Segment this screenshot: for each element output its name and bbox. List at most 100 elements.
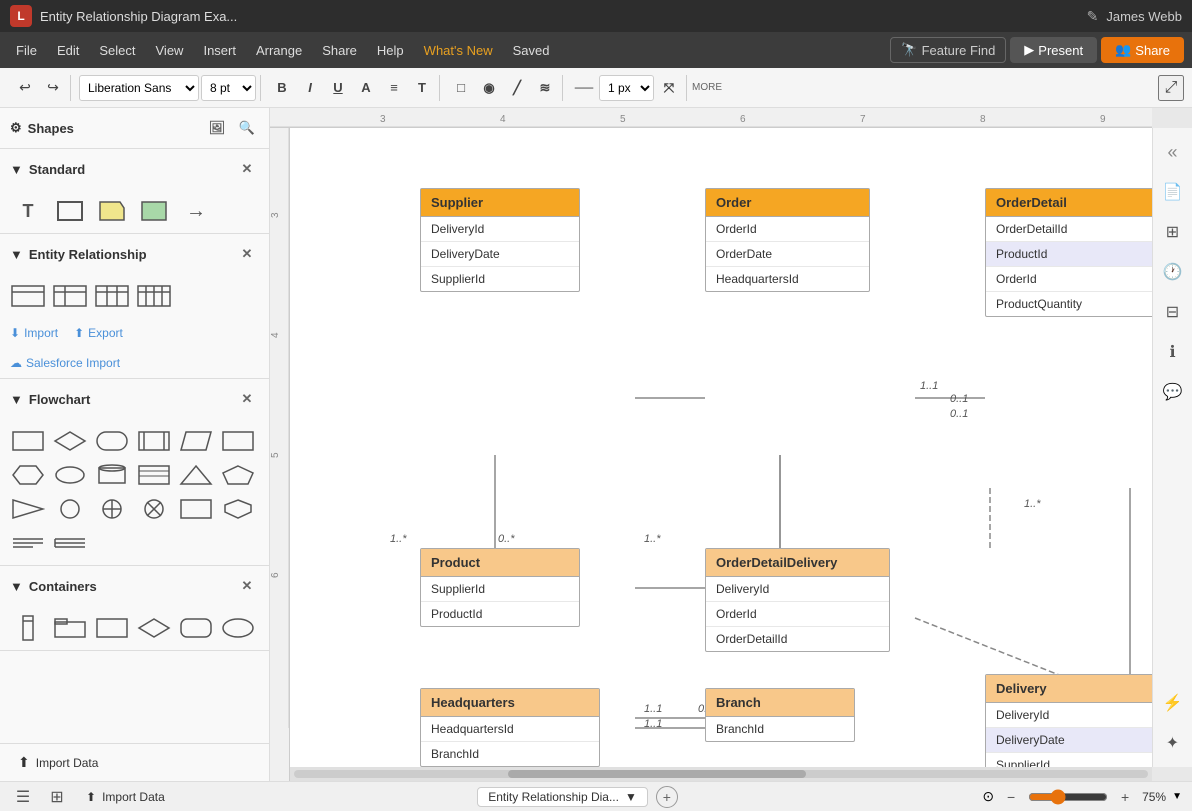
line-color-button[interactable]: ╱ bbox=[504, 75, 530, 101]
fc-parallelogram[interactable] bbox=[178, 427, 214, 455]
fc-triangle2[interactable] bbox=[10, 495, 46, 523]
standard-close-icon[interactable]: ✕ bbox=[235, 157, 259, 181]
fc-pentagon[interactable] bbox=[220, 461, 256, 489]
standard-header[interactable]: ▼ Standard ✕ bbox=[0, 149, 269, 189]
menu-insert[interactable]: Insert bbox=[195, 39, 244, 62]
text-style-button[interactable]: T bbox=[409, 75, 435, 101]
fc-note[interactable] bbox=[136, 461, 172, 489]
er-shape-2[interactable] bbox=[52, 282, 88, 310]
edit-title-icon[interactable]: ✎ bbox=[1087, 8, 1099, 25]
line-width-select[interactable]: 1 px bbox=[599, 75, 654, 101]
list-view-button[interactable]: ☰ bbox=[10, 784, 36, 810]
h-scroll-thumb[interactable] bbox=[508, 770, 807, 778]
entity-product[interactable]: Product SupplierId ProductId bbox=[420, 548, 580, 627]
fc-rect2[interactable] bbox=[220, 427, 256, 455]
entity-headquarters[interactable]: Headquarters HeadquartersId BranchId bbox=[420, 688, 600, 767]
fc-circle[interactable] bbox=[52, 495, 88, 523]
arrow-shape[interactable]: → bbox=[178, 197, 214, 225]
menu-arrange[interactable]: Arrange bbox=[248, 39, 310, 62]
zoom-home-icon[interactable]: ⊙ bbox=[982, 788, 994, 805]
fc-rounded[interactable] bbox=[94, 427, 130, 455]
containers-header[interactable]: ▼ Containers ✕ bbox=[0, 566, 269, 606]
entity-order-detail[interactable]: OrderDetail OrderDetailId ProductId Orde… bbox=[985, 188, 1152, 317]
menu-help[interactable]: Help bbox=[369, 39, 412, 62]
undo-button[interactable]: ↩ bbox=[12, 75, 38, 101]
salesforce-import-button[interactable]: ☁ Salesforce Import bbox=[10, 356, 120, 370]
entity-rel-close-icon[interactable]: ✕ bbox=[235, 242, 259, 266]
pages-btn[interactable]: 📄 bbox=[1157, 176, 1189, 208]
font-size-select[interactable]: 8 pt bbox=[201, 75, 256, 101]
zoom-dropdown-icon[interactable]: ▼ bbox=[1172, 791, 1182, 802]
menu-view[interactable]: View bbox=[148, 39, 192, 62]
more-button[interactable]: MORE bbox=[691, 75, 723, 101]
cont-shape-6[interactable] bbox=[220, 614, 256, 642]
export-button[interactable]: ⬆ Export bbox=[74, 326, 123, 340]
canvas-white[interactable]: 1..1 0..1 0..1 1..* 0..* 1..* 1..* 1..* … bbox=[290, 128, 1152, 767]
bottom-import-data-button[interactable]: ⬆ Import Data bbox=[78, 786, 173, 808]
expand-button[interactable]: ⤢ bbox=[1158, 75, 1184, 101]
menu-file[interactable]: File bbox=[8, 39, 45, 62]
cont-shape-5[interactable] bbox=[178, 614, 214, 642]
fc-cylinder[interactable] bbox=[94, 461, 130, 489]
flowchart-close-icon[interactable]: ✕ bbox=[235, 387, 259, 411]
share-button[interactable]: 👥 Share bbox=[1101, 37, 1184, 63]
add-page-button[interactable]: + bbox=[656, 786, 678, 808]
font-family-select[interactable]: Liberation Sans bbox=[79, 75, 199, 101]
italic-button[interactable]: I bbox=[297, 75, 323, 101]
h-scrollbar[interactable] bbox=[290, 767, 1152, 781]
page-tab[interactable]: Entity Relationship Dia... ▼ bbox=[477, 787, 648, 807]
er-shape-4[interactable] bbox=[136, 282, 172, 310]
zoom-out-button[interactable]: − bbox=[1000, 786, 1022, 808]
cont-shape-3[interactable] bbox=[94, 614, 130, 642]
rect-shape[interactable] bbox=[52, 197, 88, 225]
menu-share[interactable]: Share bbox=[314, 39, 365, 62]
fill-button[interactable]: □ bbox=[448, 75, 474, 101]
entity-rel-header[interactable]: ▼ Entity Relationship ✕ bbox=[0, 234, 269, 274]
info-btn[interactable]: ℹ bbox=[1157, 336, 1189, 368]
feature-find-button[interactable]: 🔭 Feature Find bbox=[890, 37, 1006, 63]
bold-button[interactable]: B bbox=[269, 75, 295, 101]
grid-btn[interactable]: ⊞ bbox=[1157, 216, 1189, 248]
menu-select[interactable]: Select bbox=[91, 39, 143, 62]
fc-process[interactable] bbox=[136, 427, 172, 455]
menu-whats-new[interactable]: What's New bbox=[416, 39, 501, 62]
fill-color-button[interactable]: ◉ bbox=[476, 75, 502, 101]
collapse-panel-btn[interactable]: « bbox=[1157, 136, 1189, 168]
containers-close-icon[interactable]: ✕ bbox=[235, 574, 259, 598]
shapes-header[interactable]: ⚙ Shapes 🖼 🔍 bbox=[0, 108, 269, 148]
import-data-button[interactable]: ⬆ Import Data bbox=[10, 750, 259, 775]
fc-shield[interactable] bbox=[220, 495, 256, 523]
fc-lines1[interactable] bbox=[10, 529, 46, 557]
grid-view-button[interactable]: ⊞ bbox=[44, 784, 70, 810]
redo-button[interactable]: ↪ bbox=[40, 75, 66, 101]
text-shape[interactable]: T bbox=[10, 197, 46, 225]
cont-shape-2[interactable] bbox=[52, 614, 88, 642]
fc-lines2[interactable] bbox=[52, 529, 88, 557]
er-shape-1[interactable] bbox=[10, 282, 46, 310]
fc-cloud[interactable] bbox=[52, 461, 88, 489]
cont-shape-1[interactable] bbox=[10, 614, 46, 642]
note-shape[interactable] bbox=[94, 197, 130, 225]
entity-order-detail-delivery[interactable]: OrderDetailDelivery DeliveryId OrderId O… bbox=[705, 548, 890, 652]
fc-triangle[interactable] bbox=[178, 461, 214, 489]
underline-button[interactable]: U bbox=[325, 75, 351, 101]
font-color-button[interactable]: A bbox=[353, 75, 379, 101]
chat-btn[interactable]: 💬 bbox=[1157, 376, 1189, 408]
import-button[interactable]: ⬇ Import bbox=[10, 326, 58, 340]
present-button[interactable]: ▶ Present bbox=[1010, 37, 1097, 63]
align-button[interactable]: ≡ bbox=[381, 75, 407, 101]
sidebar-image-icon[interactable]: 🖼 bbox=[205, 116, 229, 140]
er-shape-3[interactable] bbox=[94, 282, 130, 310]
menu-saved[interactable]: Saved bbox=[505, 39, 558, 62]
style-button[interactable]: ≋ bbox=[532, 75, 558, 101]
layers-btn[interactable]: ⊟ bbox=[1157, 296, 1189, 328]
line-style-button[interactable]: ── bbox=[571, 75, 597, 101]
entity-delivery[interactable]: Delivery DeliveryId DeliveryDate Supplie… bbox=[985, 674, 1152, 767]
format-panel-btn[interactable]: ⚡ bbox=[1157, 687, 1189, 719]
menu-edit[interactable]: Edit bbox=[49, 39, 87, 62]
entity-branch[interactable]: Branch BranchId bbox=[705, 688, 855, 742]
zoom-slider[interactable] bbox=[1028, 789, 1108, 805]
flowchart-header[interactable]: ▼ Flowchart ✕ bbox=[0, 379, 269, 419]
zoom-in-button[interactable]: + bbox=[1114, 786, 1136, 808]
fc-diamond[interactable] bbox=[52, 427, 88, 455]
